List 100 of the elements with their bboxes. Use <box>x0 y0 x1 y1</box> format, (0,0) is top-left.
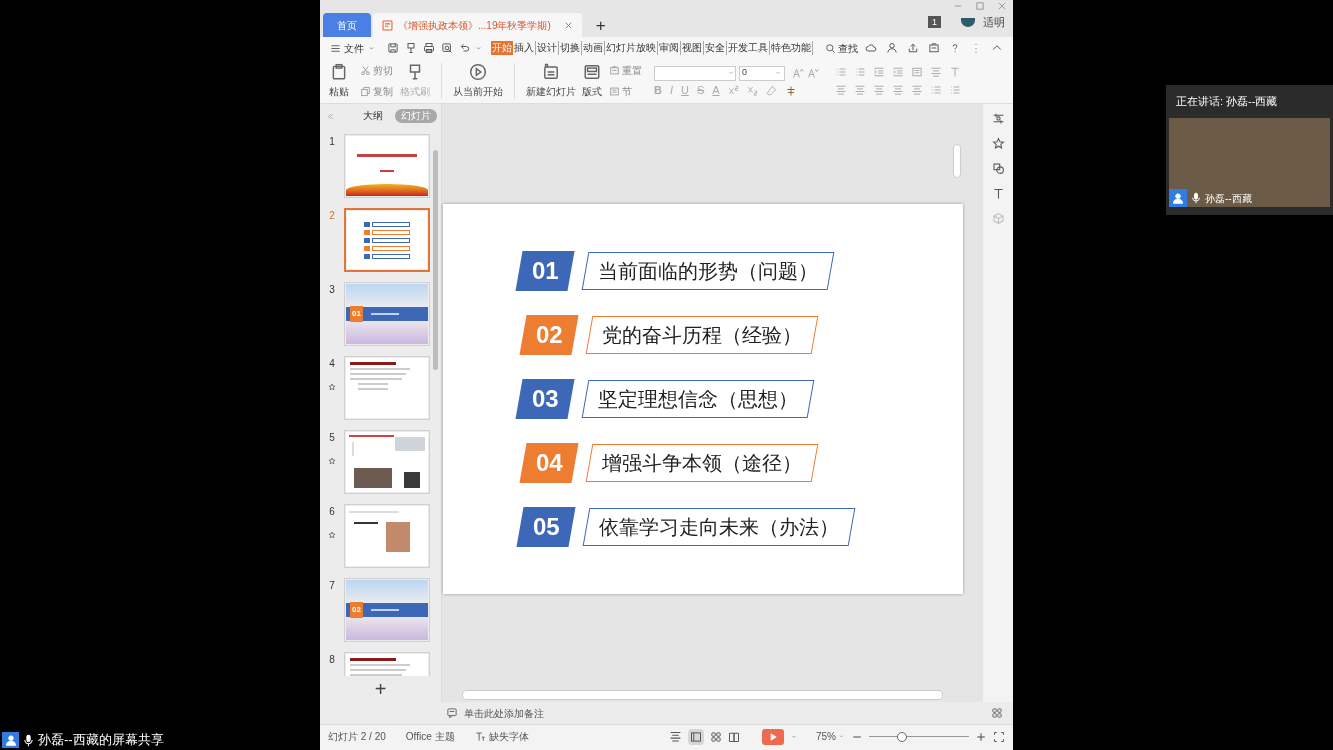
participant-name: 孙磊--西藏 <box>1205 191 1252 206</box>
increase-indent-icon[interactable] <box>892 66 904 78</box>
ribbon-tab[interactable]: 切换 <box>559 41 582 55</box>
line-spacing-icon[interactable] <box>930 66 942 78</box>
layout-icon <box>583 63 601 81</box>
save-icon[interactable] <box>387 42 399 54</box>
help-icon[interactable] <box>949 42 961 54</box>
close-icon[interactable] <box>997 1 1007 11</box>
ribbon-tab[interactable]: 开发工具 <box>727 41 770 55</box>
slide-counter: 幻灯片 2 / 20 <box>328 730 386 744</box>
grow-font-icon[interactable] <box>792 67 804 79</box>
star-icon[interactable] <box>991 137 1005 150</box>
play-from-current-button[interactable]: 从当前开始 <box>450 63 506 99</box>
scrollbar[interactable] <box>462 690 943 700</box>
font-icon <box>474 731 486 742</box>
ribbon-tab[interactable]: 视图 <box>681 41 704 55</box>
shrink-font-icon[interactable] <box>807 67 819 79</box>
missing-fonts-button[interactable]: 缺失字体 <box>474 729 529 744</box>
new-slide-button[interactable]: 新建幻灯片 <box>523 63 579 99</box>
notes-view-icon[interactable] <box>669 730 682 743</box>
agenda-item: 党的奋斗历程（经验） <box>585 316 818 354</box>
new-tab-button[interactable]: + <box>595 17 606 34</box>
shapes-icon[interactable] <box>991 162 1005 175</box>
column-icon[interactable] <box>911 66 923 78</box>
cut-button[interactable]: 剪切 <box>360 63 393 78</box>
subscript-icon[interactable] <box>746 85 758 96</box>
grid-view-icon[interactable] <box>991 707 1003 719</box>
normal-view-icon <box>690 730 702 743</box>
slide-number: 4 <box>329 357 335 371</box>
cube-icon[interactable] <box>991 212 1005 225</box>
number-badge: 02 <box>518 315 579 355</box>
menu-icon[interactable] <box>330 42 341 54</box>
agenda-item: 当前面临的形势（问题） <box>581 252 834 290</box>
share-icon[interactable] <box>907 42 919 54</box>
normal-view-button[interactable] <box>688 728 704 745</box>
section-icon <box>609 86 620 97</box>
reading-view-icon[interactable] <box>728 730 740 743</box>
slide-number: 1 <box>329 135 335 149</box>
settings-icon[interactable] <box>991 112 1005 125</box>
zoom-in-icon[interactable] <box>975 730 987 743</box>
find-button[interactable]: 查找 <box>825 40 858 56</box>
user-name[interactable]: 适明 <box>983 14 1005 31</box>
panel-tab[interactable]: 大纲 <box>357 109 389 123</box>
ribbon-tab[interactable]: 安全 <box>704 41 727 55</box>
reset-icon <box>609 65 620 76</box>
scrollbar[interactable] <box>953 144 961 178</box>
align-center-icon[interactable] <box>854 84 866 96</box>
avatar-icon[interactable] <box>961 17 975 27</box>
ribbon-tab[interactable]: 审阅 <box>658 41 681 55</box>
fit-icon[interactable] <box>993 730 1005 743</box>
print-icon[interactable] <box>423 42 435 54</box>
ribbon-tab[interactable]: 设计 <box>536 41 559 55</box>
brush-icon[interactable] <box>405 42 417 54</box>
tab[interactable]: 首页 <box>323 13 371 37</box>
preview-icon[interactable] <box>441 42 453 54</box>
align-left-icon[interactable] <box>835 84 847 96</box>
section-button[interactable]: 节 <box>609 84 642 99</box>
font-size-field[interactable]: 0 <box>739 65 785 81</box>
decrease-indent-icon[interactable] <box>873 66 885 78</box>
justify-icon[interactable] <box>892 84 904 96</box>
collapse-panel-icon[interactable] <box>326 111 335 121</box>
maximize-icon[interactable] <box>975 1 985 11</box>
distribute-icon[interactable] <box>911 84 923 96</box>
undo-icon[interactable] <box>459 42 471 54</box>
ribbon-tab[interactable]: 动画 <box>582 41 605 55</box>
reset-button[interactable]: 重置 <box>609 63 642 78</box>
ribbon-tab[interactable]: 幻灯片放映 <box>605 41 658 55</box>
search-icon[interactable] <box>825 42 836 54</box>
scrollbar[interactable] <box>433 150 438 370</box>
inbox-icon[interactable] <box>928 42 940 54</box>
tab[interactable]: 《增强执政本领》...19年秋季学期) <box>373 13 582 37</box>
phonetic-icon[interactable] <box>784 84 797 97</box>
zoom-slider[interactable] <box>869 731 969 742</box>
number-badge: 03 <box>514 379 575 419</box>
paste-button[interactable]: 粘贴 <box>326 63 352 99</box>
ribbon-tab[interactable]: 特色功能 <box>770 41 813 55</box>
layout-button[interactable]: 版式 <box>579 63 605 99</box>
number-badge: 04 <box>518 443 579 483</box>
slide-number: 7 <box>329 579 335 593</box>
play-icon <box>768 731 778 742</box>
zoom-dropdown[interactable]: 75% <box>816 729 845 744</box>
slideshow-button[interactable] <box>762 728 784 745</box>
grid-view-icon[interactable] <box>710 730 722 743</box>
align-right-icon[interactable] <box>873 84 885 96</box>
superscript-icon[interactable] <box>727 85 739 96</box>
file-menu[interactable]: 文件 <box>330 40 376 56</box>
text-direction-icon[interactable] <box>949 66 961 78</box>
caret-icon <box>838 733 845 740</box>
caret-icon <box>774 69 782 77</box>
slider-thumb[interactable] <box>897 731 907 742</box>
person-icon[interactable] <box>886 42 898 54</box>
eraser-icon[interactable] <box>765 85 777 96</box>
font-field[interactable] <box>654 65 736 81</box>
add-slide-button[interactable]: + <box>374 679 387 699</box>
theme-name: Office 主题 <box>405 730 455 744</box>
ribbon-tab[interactable]: 插入 <box>513 41 536 55</box>
cloud-icon[interactable] <box>865 42 877 54</box>
text-icon[interactable] <box>991 187 1005 200</box>
screen-share-caption: 孙磊--西藏的屏幕共享 <box>38 731 164 750</box>
copy-button[interactable]: 复制 <box>360 84 393 99</box>
